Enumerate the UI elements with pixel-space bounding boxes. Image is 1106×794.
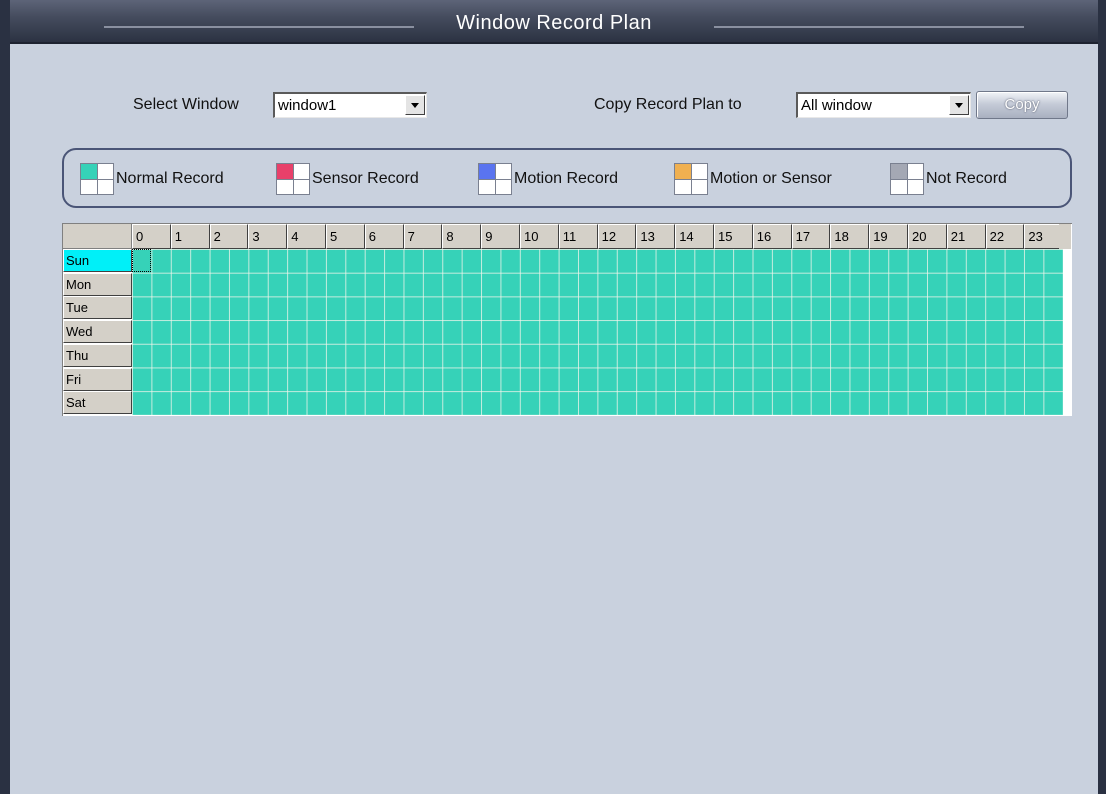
legend-swatch-icon [890,163,924,195]
day-header[interactable]: Sun [63,249,132,272]
hour-header[interactable]: 19 [869,224,908,249]
day-header[interactable]: Tue [63,296,132,320]
grid-corner [63,224,132,249]
hour-header[interactable]: 18 [830,224,870,249]
window-title: Window Record Plan [456,12,652,34]
copy-target-dropdown[interactable]: All window [796,92,971,118]
hour-header[interactable]: 1 [170,224,210,249]
hour-header[interactable]: 20 [908,224,947,249]
hour-header[interactable]: 23 [1024,224,1064,249]
hour-header[interactable]: 12 [597,224,637,249]
day-header[interactable]: Wed [63,320,132,344]
hour-header[interactable]: 21 [946,224,986,249]
hour-header[interactable]: 6 [364,224,404,249]
legend-label: Not Record [926,170,1007,187]
day-header[interactable]: Fri [63,367,132,391]
title-bar: Window Record Plan [10,0,1098,44]
hour-header[interactable]: 8 [442,224,482,249]
copy-button[interactable]: Copy [976,91,1068,119]
legend-swatch-icon [80,163,114,195]
legend-label: Motion or Sensor [710,170,832,187]
hour-header[interactable]: 17 [791,224,831,249]
legend-label: Sensor Record [312,170,419,187]
focused-cell [132,249,151,272]
select-window-value: window1 [278,97,337,114]
hour-header[interactable]: 14 [675,224,714,249]
legend-swatch-icon [276,163,310,195]
schedule-cells[interactable] [132,249,1063,415]
hour-header[interactable]: 10 [520,224,559,249]
chevron-down-icon[interactable] [405,95,425,115]
legend-panel: Normal Record Sensor Record Motion Record M… [62,148,1072,208]
select-window-dropdown[interactable]: window1 [273,92,427,118]
hour-header[interactable]: 13 [636,224,676,249]
schedule-grid: 0 1 2 3 4 5 6 7 8 9 10 11 12 13 14 15 16 17 18 19 20 21 22 23 S… [62,223,1072,416]
chevron-down-icon[interactable] [949,95,969,115]
hour-header[interactable]: 2 [209,224,249,249]
hour-header[interactable]: 3 [248,224,288,249]
legend-swatch-icon [674,163,708,195]
hour-header[interactable]: 22 [985,224,1025,249]
hour-header[interactable]: 15 [714,224,753,249]
legend-label: Motion Record [514,170,619,187]
hour-header[interactable]: 0 [132,224,171,249]
hour-header[interactable]: 5 [326,224,365,249]
hour-header[interactable]: 16 [752,224,792,249]
select-window-label: Select Window [133,96,239,113]
record-plan-window: Window Record Plan Select Window window1… [0,0,1106,794]
hour-header-tail [1059,224,1071,249]
hour-header[interactable]: 4 [287,224,326,249]
copy-target-value: All window [801,97,872,114]
day-header[interactable]: Sat [63,391,132,415]
day-header[interactable]: Thu [63,343,132,367]
hour-header[interactable]: 9 [481,224,520,249]
legend-swatch-icon [478,163,512,195]
day-header[interactable]: Mon [63,272,132,296]
copy-plan-label: Copy Record Plan to [594,96,742,113]
hour-header[interactable]: 7 [403,224,443,249]
hour-header[interactable]: 11 [558,224,598,249]
legend-label: Normal Record [116,170,224,187]
